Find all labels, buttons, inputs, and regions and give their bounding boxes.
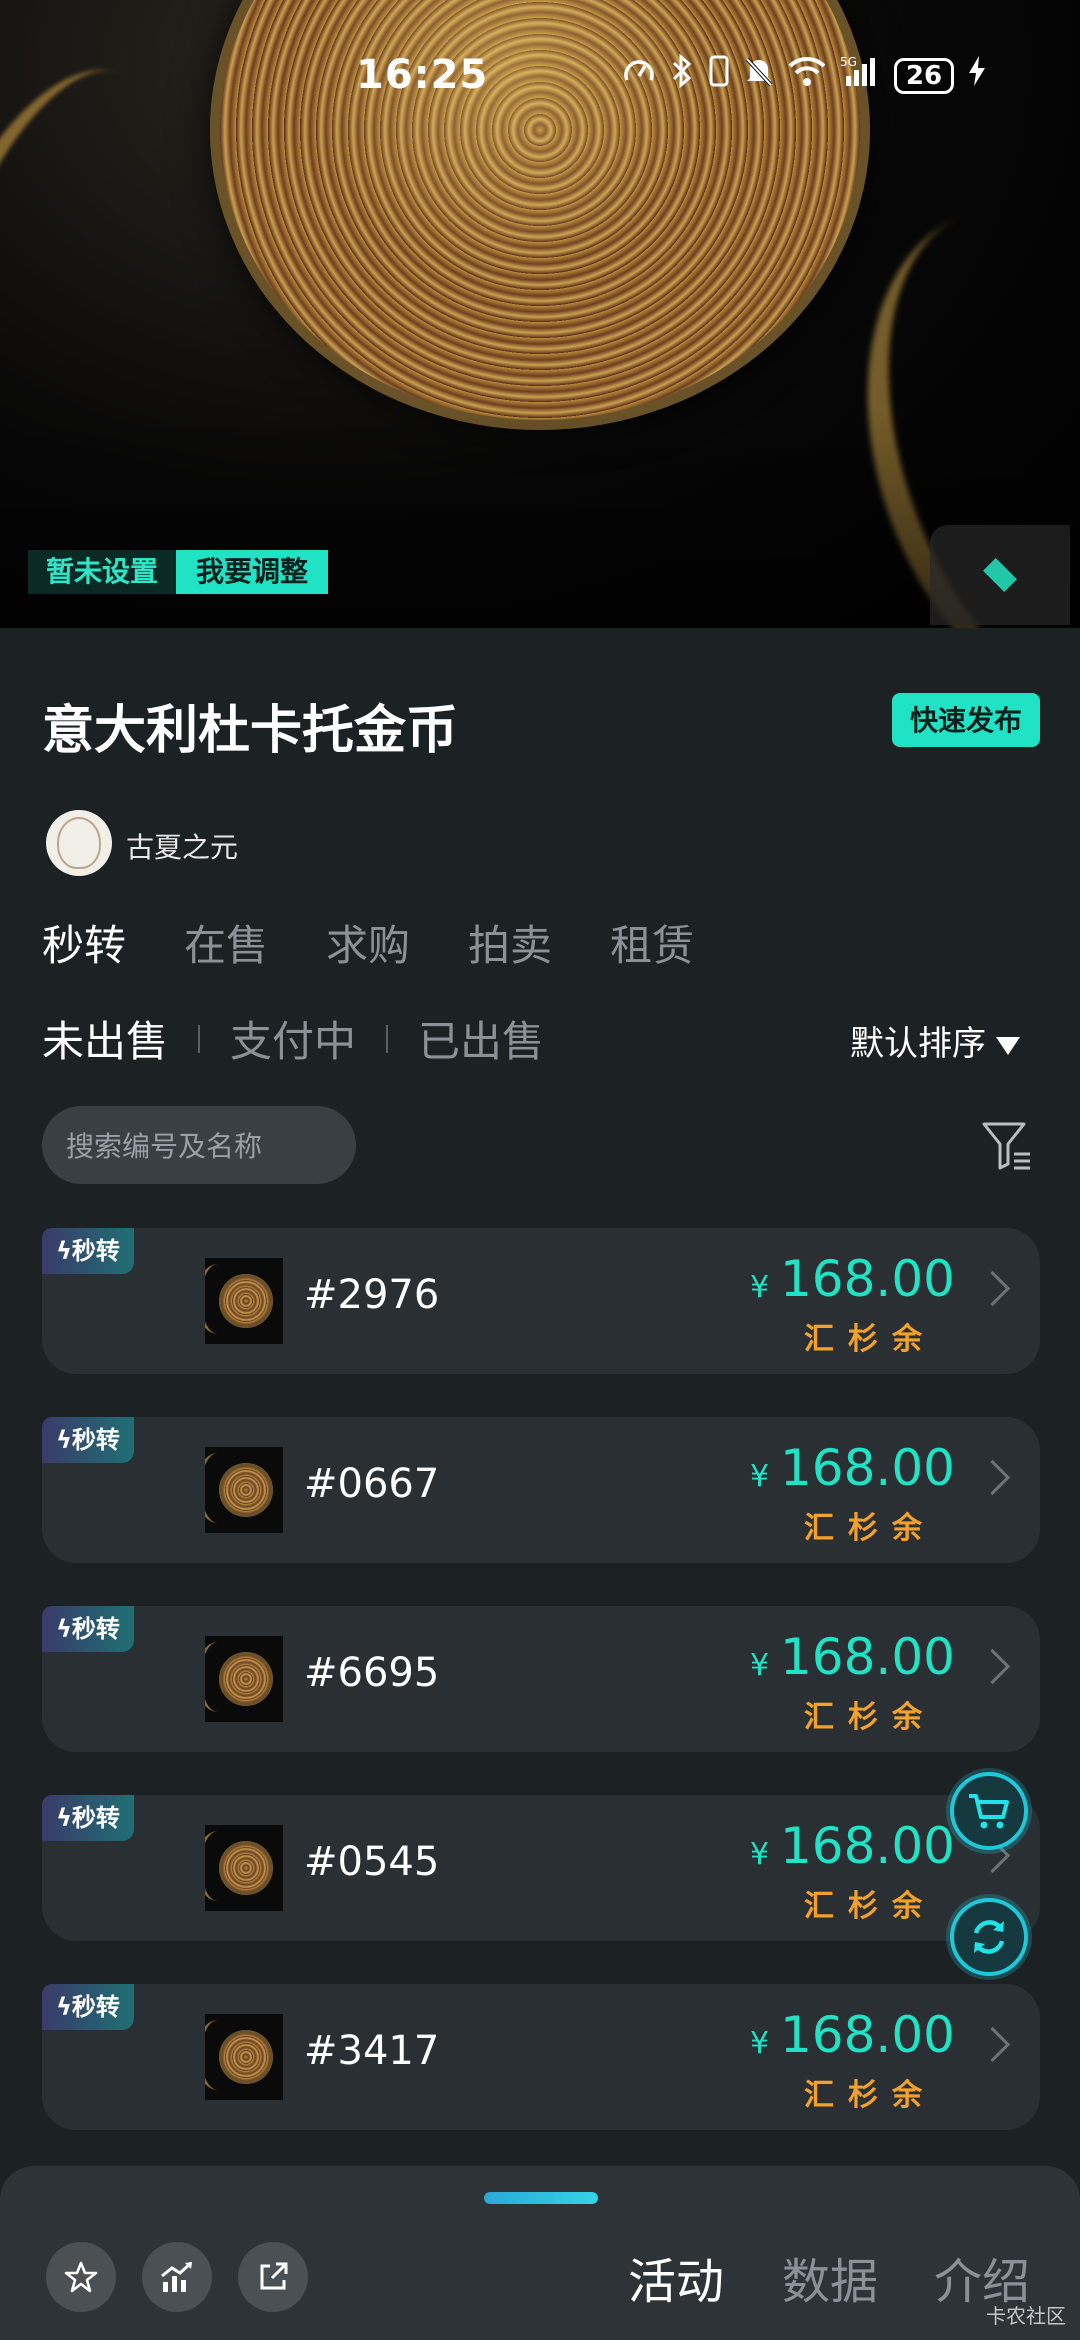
coin-thumbnail bbox=[205, 1825, 283, 1911]
tab-wanted[interactable]: 求购 bbox=[326, 912, 410, 973]
cart-icon bbox=[969, 1794, 1009, 1829]
chevron-right-icon bbox=[974, 1270, 1011, 1307]
main-tabs: 秒转 在售 求购 拍卖 租赁 bbox=[42, 912, 694, 973]
adjust-button[interactable]: 我要调整 bbox=[176, 550, 329, 594]
sort-dropdown[interactable]: 默认排序 bbox=[850, 1016, 1020, 1065]
refresh-button[interactable] bbox=[950, 1898, 1028, 1976]
bottom-bar: 活动 数据 介绍 bbox=[0, 2166, 1080, 2340]
yen-symbol: ¥ bbox=[750, 1648, 770, 1683]
yen-symbol: ¥ bbox=[750, 1270, 770, 1305]
currency-label: 汇杉余 bbox=[804, 1889, 936, 1924]
listing-card[interactable]: ϟ秒转 #3417 ¥ 168.00 汇杉余 bbox=[42, 1984, 1040, 2130]
status-time: 16:25 bbox=[356, 52, 489, 98]
currency-label: 汇杉余 bbox=[804, 1511, 936, 1546]
listing-card[interactable]: ϟ秒转 #6695 ¥ 168.00 汇杉余 bbox=[42, 1606, 1040, 1752]
battery-level: 26 bbox=[894, 57, 954, 94]
tab-auction[interactable]: 拍卖 bbox=[468, 912, 552, 973]
flash-badge: ϟ秒转 bbox=[42, 1417, 134, 1463]
diamond-icon bbox=[983, 558, 1017, 592]
currency-label: 汇杉余 bbox=[804, 1700, 936, 1735]
listing-price: 168.00 bbox=[780, 1439, 955, 1497]
listing-price: 168.00 bbox=[780, 1250, 955, 1308]
author-name[interactable]: 古夏之元 bbox=[126, 826, 238, 866]
coin-thumbnail bbox=[205, 1636, 283, 1722]
status-icons: 5G 26 bbox=[622, 53, 986, 97]
divider bbox=[386, 1024, 389, 1053]
flash-badge: ϟ秒转 bbox=[42, 1228, 134, 1274]
listing-code: #6695 bbox=[304, 1650, 440, 1696]
refresh-icon bbox=[973, 1920, 1005, 1954]
search-box[interactable] bbox=[42, 1106, 356, 1186]
charging-icon bbox=[968, 55, 986, 96]
listing-price: 168.00 bbox=[780, 1817, 955, 1875]
page-title: 意大利杜卡托金币 bbox=[42, 701, 459, 761]
divider bbox=[198, 1024, 201, 1053]
tab-activity[interactable]: 活动 bbox=[628, 2242, 724, 2312]
chart-button[interactable] bbox=[142, 2242, 212, 2312]
currency-label: 汇杉余 bbox=[804, 2078, 936, 2113]
listing-code: #0545 bbox=[304, 1839, 440, 1885]
tab-unsold[interactable]: 未出售 bbox=[42, 1008, 168, 1069]
svg-text:5G: 5G bbox=[840, 55, 857, 69]
flash-badge: ϟ秒转 bbox=[42, 1795, 134, 1841]
price-tag-row: 暂未设置 我要调整 bbox=[28, 550, 329, 594]
yen-symbol: ¥ bbox=[750, 1837, 770, 1872]
tab-flash-transfer[interactable]: 秒转 bbox=[42, 912, 126, 973]
coin-thumbnail bbox=[205, 1447, 283, 1533]
listing-card[interactable]: ϟ秒转 #0545 ¥ 168.00 汇杉余 bbox=[42, 1795, 1040, 1941]
tab-sold[interactable]: 已出售 bbox=[418, 1008, 544, 1069]
yen-symbol: ¥ bbox=[750, 1459, 770, 1494]
chevron-right-icon bbox=[974, 1648, 1011, 1685]
coin-thumbnail bbox=[205, 2014, 283, 2100]
watermark: 卡农社区 bbox=[986, 2304, 1066, 2328]
listing-card[interactable]: ϟ秒转 #2976 ¥ 168.00 汇杉余 bbox=[42, 1228, 1040, 1374]
listing-code: #2976 bbox=[304, 1272, 440, 1318]
share-button[interactable] bbox=[238, 2242, 308, 2312]
wifi-icon bbox=[788, 55, 826, 96]
star-icon bbox=[64, 2261, 98, 2293]
bluetooth-icon bbox=[670, 53, 694, 97]
listing-price: 168.00 bbox=[780, 1628, 955, 1686]
listing-code: #3417 bbox=[304, 2028, 440, 2074]
listing-code: #0667 bbox=[304, 1461, 440, 1507]
tab-rental[interactable]: 租赁 bbox=[610, 912, 694, 973]
chart-icon bbox=[161, 2261, 193, 2292]
chevron-right-icon bbox=[974, 1459, 1011, 1496]
sub-tabs: 未出售 支付中 已出售 bbox=[42, 1008, 544, 1069]
avatar[interactable] bbox=[46, 810, 112, 876]
signal-icon: 5G bbox=[840, 54, 880, 97]
listing-price: 168.00 bbox=[780, 2006, 955, 2064]
filter-icon[interactable] bbox=[980, 1118, 1034, 1174]
flash-badge: ϟ秒转 bbox=[42, 1606, 134, 1652]
mute-icon bbox=[744, 54, 774, 97]
listing-list: ϟ秒转 #2976 ¥ 168.00 汇杉余 ϟ秒转 #0667 ¥ 168.0… bbox=[42, 1228, 1040, 2173]
collapse-button[interactable] bbox=[930, 525, 1070, 625]
listing-card[interactable]: ϟ秒转 #0667 ¥ 168.00 汇杉余 bbox=[42, 1417, 1040, 1563]
favorite-button[interactable] bbox=[46, 2242, 116, 2312]
flash-badge: ϟ秒转 bbox=[42, 1984, 134, 2030]
dropdown-arrow-icon bbox=[996, 1036, 1020, 1055]
tag-unset: 暂未设置 bbox=[28, 550, 177, 594]
drag-handle[interactable] bbox=[484, 2192, 598, 2204]
tab-on-sale[interactable]: 在售 bbox=[184, 912, 268, 973]
tab-paying[interactable]: 支付中 bbox=[230, 1008, 356, 1069]
yen-symbol: ¥ bbox=[750, 2026, 770, 2061]
sort-label: 默认排序 bbox=[850, 1024, 986, 1064]
share-icon bbox=[260, 2262, 288, 2290]
data-speed-icon bbox=[622, 54, 656, 97]
chevron-right-icon bbox=[974, 2026, 1011, 2063]
coin-thumbnail bbox=[205, 1258, 283, 1344]
tab-data[interactable]: 数据 bbox=[782, 2242, 878, 2312]
search-input[interactable] bbox=[64, 1106, 348, 1186]
vibrate-icon bbox=[708, 54, 730, 97]
currency-label: 汇杉余 bbox=[804, 1322, 936, 1357]
cart-button[interactable] bbox=[950, 1772, 1028, 1850]
quick-publish-button[interactable]: 快速发布 bbox=[892, 693, 1040, 747]
